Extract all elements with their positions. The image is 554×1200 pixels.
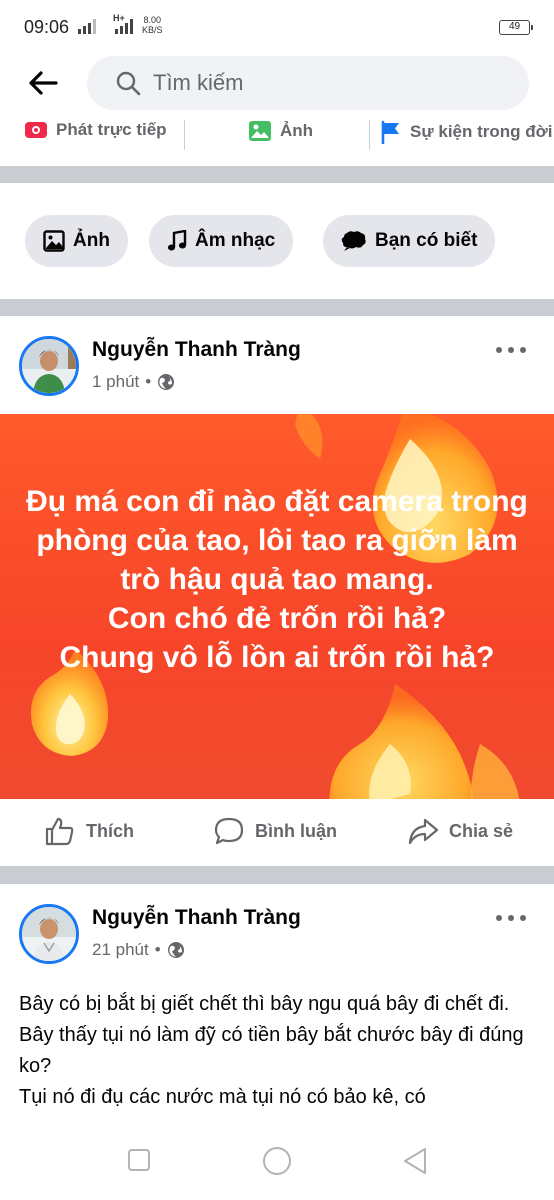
content-type-chips: Ảnh Âm nhạc Bạn có biết [0,183,554,299]
live-video-button[interactable]: Phát trực tiếp [24,120,167,140]
chip-label: Bạn có biết [375,230,478,251]
text-line: Bây có bị bắt bị giết chết thì bây ngu q… [19,993,510,1015]
music-note-icon [167,230,187,251]
section-separator [0,299,554,316]
text-line: Chung vô lỗ lồn ai trốn rồi hả? [59,641,495,674]
post-body-text: Bây có bị bắt bị giết chết thì bây ngu q… [19,989,534,1124]
comment-button[interactable]: Bình luận [213,815,337,847]
more-options-button[interactable] [496,340,526,360]
avatar[interactable] [19,336,79,396]
globe-icon [167,942,184,958]
post-card: Nguyễn Thanh Tràng 1 phút • Đụ má con đỉ… [0,316,554,866]
section-separator [0,166,554,183]
speech-bubble-icon [341,231,366,251]
status-time: 09:06 [24,17,70,37]
composer-actions: Phát trực tiếp Ảnh Sự kiện trong đời [0,114,554,166]
search-icon [116,71,141,96]
meta-separator: • [154,940,161,959]
chip-label: Âm nhạc [195,230,276,251]
divider [184,120,185,150]
like-label: Thích [86,820,134,841]
dot [520,347,526,353]
signal-icon-2 [115,18,133,34]
share-label: Chia sẻ [449,820,514,841]
profile-photo [22,339,76,393]
network-speed-unit: KB/S [142,25,163,35]
system-nav-bar [0,1124,554,1200]
search-placeholder: Tìm kiếm [153,70,244,95]
share-icon [408,818,439,845]
battery-icon: 49 [499,20,533,35]
comment-icon [214,817,244,845]
network-speed: 8.00 KB/S [142,15,163,35]
avatar[interactable] [19,904,79,964]
post-meta: 1 phút • [92,372,175,392]
dot [508,347,514,353]
globe-icon [158,374,175,390]
profile-photo [22,907,76,961]
photo-icon [249,121,271,141]
search-input[interactable]: Tìm kiếm [87,56,529,110]
search-header: Tìm kiếm [0,56,554,114]
text-background-banner[interactable]: Đụ má con đỉ nào đặt camera trong phòng … [0,414,554,799]
photo-icon [43,230,65,252]
divider [369,120,370,150]
section-separator [0,866,554,884]
recents-button[interactable] [127,1148,151,1172]
dot [496,347,502,353]
meta-separator: • [145,372,152,391]
post-author[interactable]: Nguyễn Thanh Tràng [92,906,301,930]
post-actions: Thích Bình luận Chia sẻ [0,799,554,863]
chip-music[interactable]: Âm nhạc [149,215,294,267]
dot [508,915,514,921]
photo-button[interactable]: Ảnh [248,120,313,142]
like-button[interactable]: Thích [44,815,134,847]
live-video-label: Phát trực tiếp [56,120,167,139]
text-line: Con chó đẻ trốn rồi hả? [107,602,447,635]
post-card: Nguyễn Thanh Tràng 21 phút • Bây có bị b… [0,884,554,1124]
post-author[interactable]: Nguyễn Thanh Tràng [92,338,301,362]
network-speed-value: 8.00 [143,15,162,25]
post-time[interactable]: 1 phút [92,372,139,392]
dot [496,915,502,921]
chip-did-you-know[interactable]: Bạn có biết [323,215,496,267]
signal-icon [78,18,96,34]
text-line: Đụ má con đỉ nào đặt camera trong phòng … [26,485,528,596]
back-arrow-icon[interactable] [28,70,58,96]
chip-photo[interactable]: Ảnh [25,215,128,267]
photo-label: Ảnh [280,121,314,140]
chip-label: Ảnh [73,230,110,251]
comment-label: Bình luận [255,820,337,841]
text-line: Bây thấy tụi nó làm đỹ có tiền bây bắt c… [19,1024,524,1077]
life-event-label: Sự kiện trong đời [410,122,553,141]
post-banner-text: Đụ má con đỉ nào đặt camera trong phòng … [20,482,534,677]
text-line: Tụi nó đi đụ các nước mà tụi nó có bảo k… [19,1086,426,1108]
thumbs-up-icon [45,817,74,846]
home-button[interactable] [262,1146,292,1176]
live-video-icon [25,122,47,138]
back-button[interactable] [402,1147,428,1175]
flag-icon [381,120,399,144]
more-options-button[interactable] [496,908,526,928]
status-bar: 09:06 H+ 8.00 KB/S 49 [0,0,554,56]
share-button[interactable]: Chia sẻ [407,815,513,847]
dot [520,915,526,921]
post-time[interactable]: 21 phút [92,940,149,960]
post-meta: 21 phút • [92,940,185,960]
life-event-button[interactable]: Sự kiện trong đời [380,120,552,144]
